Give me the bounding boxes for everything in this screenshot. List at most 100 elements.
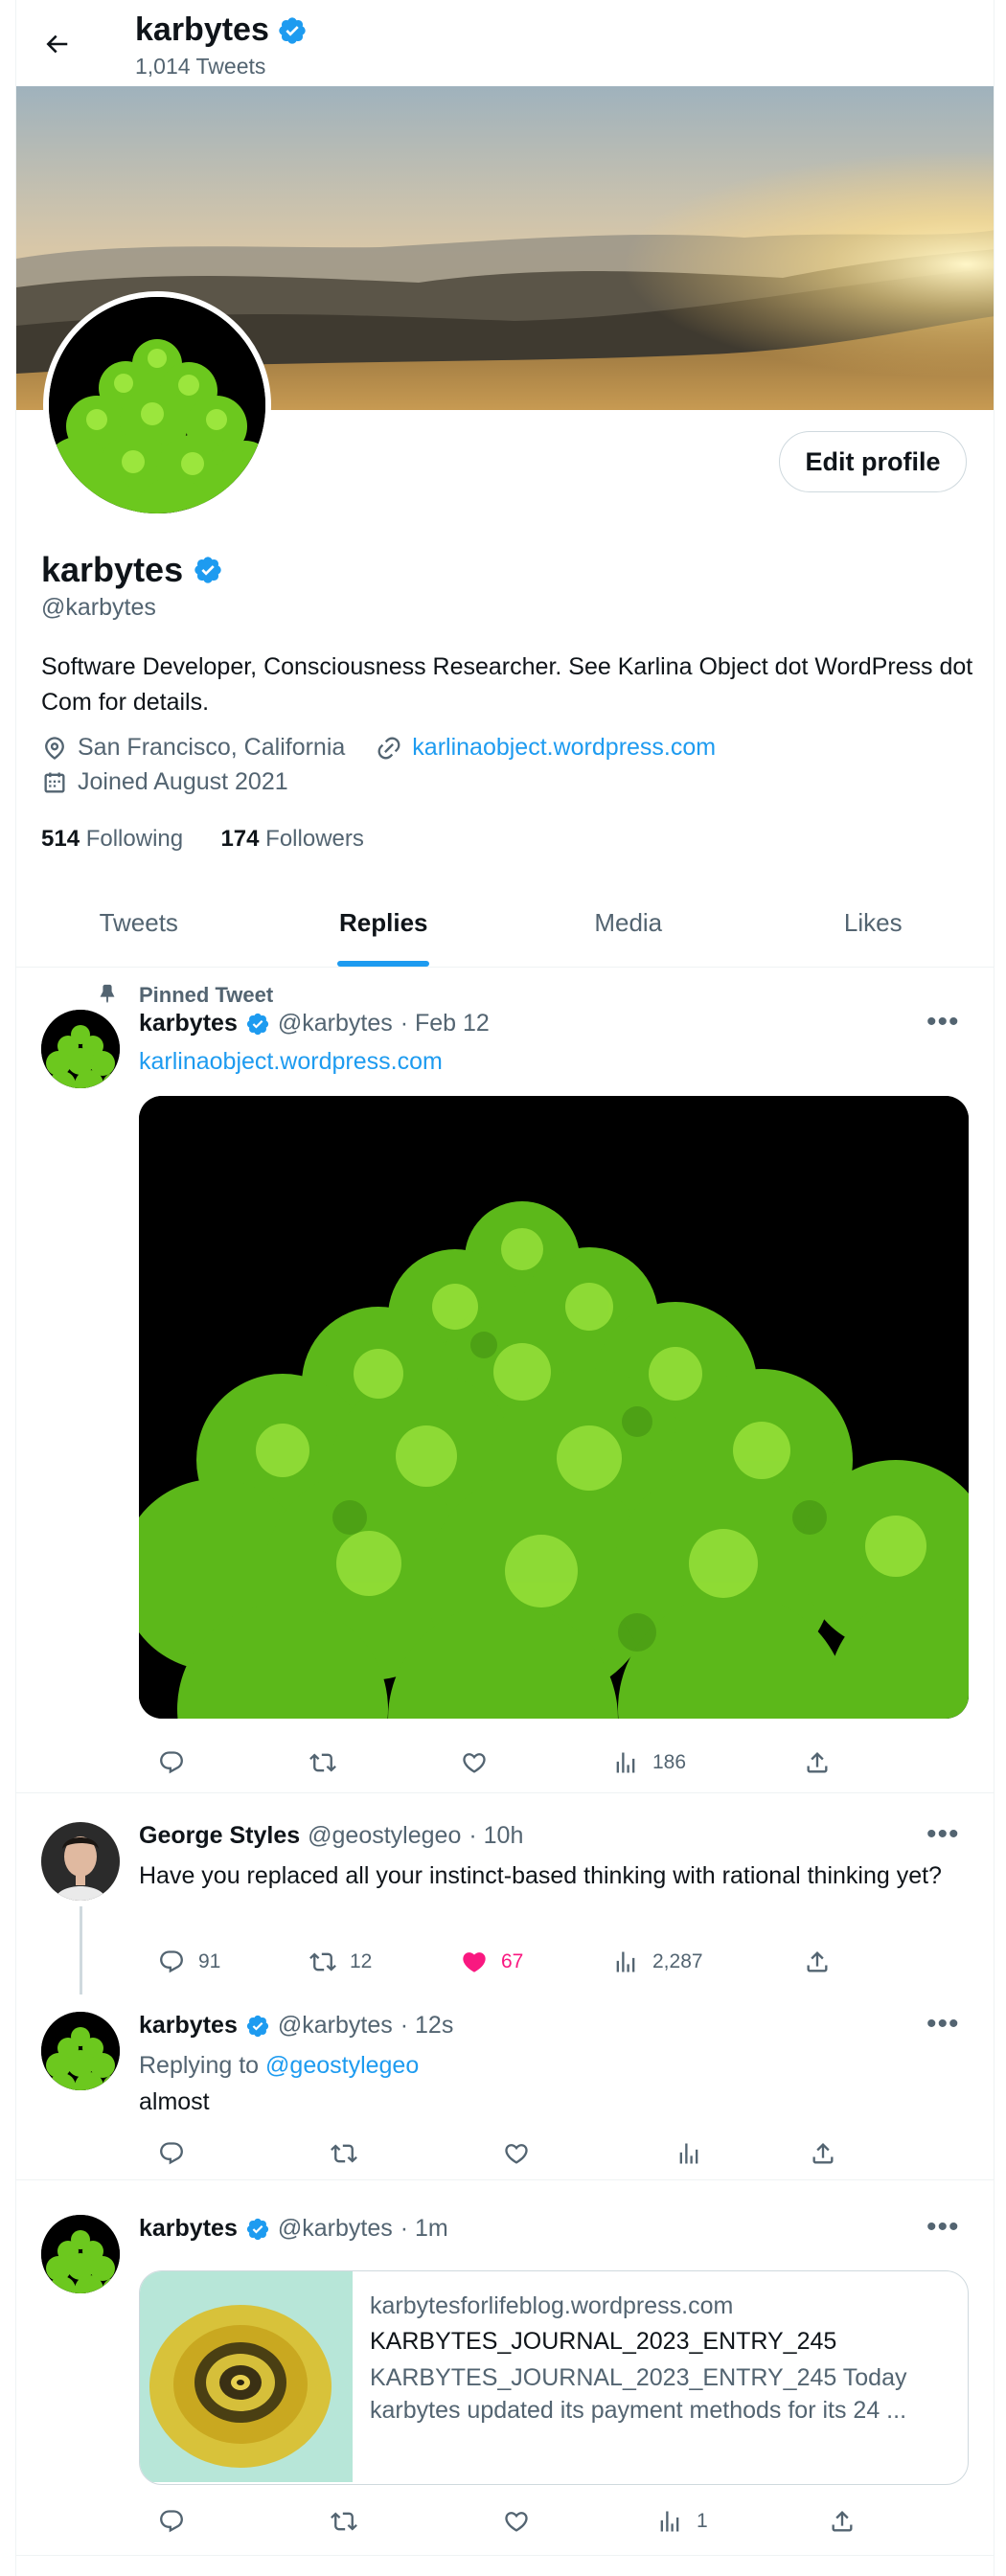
views-chart-icon — [616, 1951, 635, 1972]
tweet-header: karbytes @karbytes · 12s — [139, 2012, 453, 2040]
tweet-actions — [158, 2140, 944, 2167]
share-button[interactable] — [810, 2140, 836, 2167]
tweet-time[interactable]: · 1m — [400, 2215, 448, 2243]
profile-page: karbytes 1,014 Tweets Edit profile karby… — [15, 0, 995, 2576]
card-thumbnail-image — [140, 2271, 353, 2482]
tweet-george[interactable]: George Styles @geostylegeo · 10h ••• Hav… — [16, 1793, 994, 1995]
tweet-avatar[interactable] — [41, 2215, 120, 2293]
location-pin-icon — [45, 736, 64, 760]
profile-joined-date: Joined August 2021 — [78, 768, 288, 795]
retweet-button[interactable] — [331, 2508, 503, 2535]
back-button[interactable] — [35, 23, 78, 65]
tweet-avatar[interactable] — [41, 1010, 120, 1088]
profile-bio: Software Developer, Consciousness Resear… — [41, 653, 973, 716]
tab-tweets[interactable]: Tweets — [16, 879, 262, 967]
romanesco-avatar-image — [41, 1010, 120, 1088]
reply-button[interactable] — [158, 2508, 331, 2535]
like-button[interactable] — [503, 2508, 656, 2535]
retweet-button[interactable] — [309, 1749, 461, 1776]
followers-count: 174 — [220, 826, 260, 852]
reply-button[interactable] — [158, 1749, 309, 1776]
edit-profile-button[interactable]: Edit profile — [779, 431, 967, 492]
author-name[interactable]: karbytes — [139, 2215, 238, 2243]
romanesco-avatar-image — [41, 2012, 120, 2090]
author-handle[interactable]: @karbytes — [278, 2215, 393, 2243]
like-button[interactable] — [503, 2140, 675, 2167]
followers-link[interactable]: 174 Followers — [220, 826, 363, 852]
profile-display-name: karbytes — [41, 550, 184, 589]
share-button[interactable] — [829, 2508, 856, 2535]
thread-connector — [80, 1906, 82, 1995]
retweet-button[interactable] — [331, 2140, 503, 2167]
tab-likes[interactable]: Likes — [751, 879, 995, 967]
tweet-link-card[interactable]: karbytes @karbytes · 1m ••• karbytesforl… — [16, 2180, 994, 2556]
profile-location: San Francisco, California — [78, 734, 346, 761]
person-avatar-image — [41, 1822, 120, 1901]
more-options-icon[interactable]: ••• — [926, 2008, 960, 2040]
reply-icon — [160, 1950, 183, 1973]
tweet-media-image[interactable] — [139, 1096, 969, 1719]
views-button[interactable]: 2,287 — [612, 1949, 804, 1975]
more-options-icon[interactable]: ••• — [926, 1006, 960, 1038]
views-button[interactable] — [675, 2140, 810, 2167]
like-button[interactable] — [461, 1749, 612, 1776]
pin-icon — [97, 983, 118, 1009]
like-button[interactable]: 67 — [461, 1949, 612, 1975]
link-icon — [377, 737, 400, 759]
share-icon — [807, 1752, 828, 1773]
card-domain: karbytesforlifeblog.wordpress.com — [370, 2292, 734, 2319]
profile-joined-row: Joined August 2021 — [41, 768, 288, 796]
share-icon — [812, 2143, 834, 2164]
author-handle[interactable]: @karbytes — [278, 2012, 393, 2040]
reply-button[interactable] — [158, 2140, 331, 2167]
link-preview-card[interactable]: karbytesforlifeblog.wordpress.com KARBYT… — [139, 2270, 969, 2485]
tweet-text: Have you replaced all your instinct-base… — [139, 1862, 942, 1889]
author-handle[interactable]: @geostylegeo — [308, 1822, 461, 1850]
author-name[interactable]: karbytes — [139, 1010, 238, 1037]
tweet-time[interactable]: · Feb 12 — [400, 1010, 490, 1037]
share-button[interactable] — [804, 1749, 831, 1776]
author-name[interactable]: karbytes — [139, 2012, 238, 2040]
header-display-name: karbytes — [135, 11, 269, 48]
heart-icon — [505, 2512, 528, 2532]
retweet-icon — [309, 1952, 336, 1972]
tweet-time[interactable]: · 12s — [400, 2012, 454, 2040]
replying-to-handle[interactable]: @geostylegeo — [265, 2052, 419, 2079]
tweet-reply[interactable]: karbytes @karbytes · 12s ••• Replying to… — [16, 1991, 994, 2180]
reply-icon — [160, 2142, 183, 2165]
retweet-icon — [309, 1753, 336, 1772]
retweet-button[interactable]: 12 — [309, 1949, 461, 1975]
tweet-avatar[interactable] — [41, 2012, 120, 2090]
more-options-icon[interactable]: ••• — [926, 1818, 960, 1851]
views-count: 1 — [697, 2510, 708, 2532]
like-count: 67 — [501, 1950, 524, 1972]
share-button[interactable] — [804, 1949, 831, 1975]
reply-icon — [160, 1751, 183, 1774]
tweet-header: karbytes @karbytes · 1m — [139, 2215, 448, 2243]
tweet-link[interactable]: karlinaobject.wordpress.com — [139, 1044, 443, 1079]
heart-icon — [505, 2144, 528, 2164]
profile-website-link[interactable]: karlinaobject.wordpress.com — [412, 734, 716, 762]
verified-badge-icon — [246, 1013, 268, 1035]
views-chart-icon — [660, 2511, 679, 2532]
card-body: karbytesforlifeblog.wordpress.com KARBYT… — [353, 2271, 968, 2484]
tweet-avatar[interactable] — [41, 1822, 120, 1901]
views-chart-icon — [679, 2143, 698, 2164]
card-description: KARBYTES_JOURNAL_2023_ENTRY_245 Today ka… — [370, 2364, 907, 2424]
profile-avatar[interactable] — [43, 291, 271, 519]
more-options-icon[interactable]: ••• — [926, 2211, 960, 2244]
author-name[interactable]: George Styles — [139, 1822, 300, 1850]
tab-replies[interactable]: Replies — [262, 879, 507, 967]
tweet-time[interactable]: · 10h — [469, 1822, 523, 1850]
views-button[interactable]: 186 — [612, 1749, 804, 1776]
tweet-pinned[interactable]: Pinned Tweet karbytes @karbytes · Feb 12… — [16, 968, 994, 1793]
following-count: 514 — [41, 826, 80, 852]
verified-badge-icon — [279, 16, 306, 44]
profile-handle: @karbytes — [41, 594, 156, 621]
views-button[interactable]: 1 — [656, 2508, 829, 2535]
following-link[interactable]: 514 Following — [41, 826, 183, 852]
author-handle[interactable]: @karbytes — [278, 1010, 393, 1037]
tab-media[interactable]: Media — [506, 879, 751, 967]
reply-button[interactable]: 91 — [158, 1949, 309, 1975]
profile-name: karbytes — [41, 550, 223, 590]
